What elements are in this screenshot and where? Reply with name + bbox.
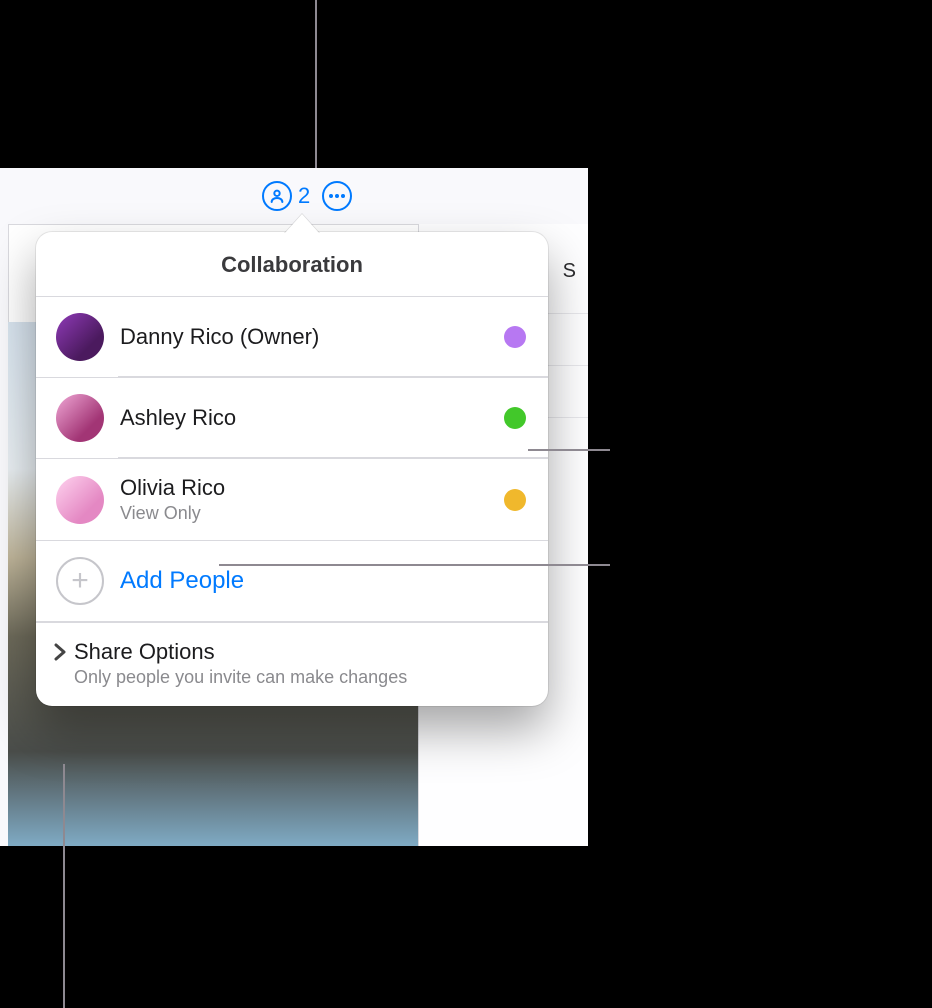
participant-row[interactable]: Danny Rico (Owner): [36, 297, 548, 378]
memoji-icon: [56, 476, 104, 524]
avatar: [56, 394, 104, 442]
memoji-icon: [56, 313, 104, 361]
participant-name: Olivia Rico: [120, 475, 504, 501]
popover-title: Collaboration: [36, 232, 548, 297]
presence-dot: [504, 407, 526, 429]
collaboration-popover: Collaboration Danny Rico (Owner) Ashley …: [36, 232, 548, 706]
participant-row[interactable]: Olivia Rico View Only: [36, 459, 548, 540]
share-options-title: Share Options: [74, 639, 526, 665]
participant-row[interactable]: Ashley Rico: [36, 378, 548, 459]
chevron-right-icon: [46, 639, 74, 661]
callout-line: [219, 564, 610, 566]
participant-permission: View Only: [120, 503, 504, 524]
callout-line: [528, 449, 610, 451]
avatar: [56, 476, 104, 524]
callout-line: [63, 764, 65, 1008]
collaboration-button[interactable]: 2: [262, 181, 310, 211]
memoji-icon: [56, 394, 104, 442]
person-badge-icon: [262, 181, 292, 211]
share-options-subtitle: Only people you invite can make changes: [74, 667, 526, 688]
collaborator-count: 2: [298, 183, 310, 209]
share-options-button[interactable]: Share Options Only people you invite can…: [36, 622, 548, 706]
add-people-button[interactable]: + Add People: [36, 540, 548, 622]
add-people-label: Add People: [120, 567, 244, 595]
plus-circle-icon: +: [56, 557, 104, 605]
presence-dot: [504, 326, 526, 348]
participant-name: Ashley Rico: [120, 405, 504, 431]
app-window: 2 S ce um ou Collaboration Danny Rico (O…: [0, 168, 588, 846]
more-button[interactable]: [322, 181, 352, 211]
presence-dot: [504, 489, 526, 511]
avatar: [56, 313, 104, 361]
callout-line: [315, 0, 317, 168]
participant-name: Danny Rico (Owner): [120, 324, 504, 350]
